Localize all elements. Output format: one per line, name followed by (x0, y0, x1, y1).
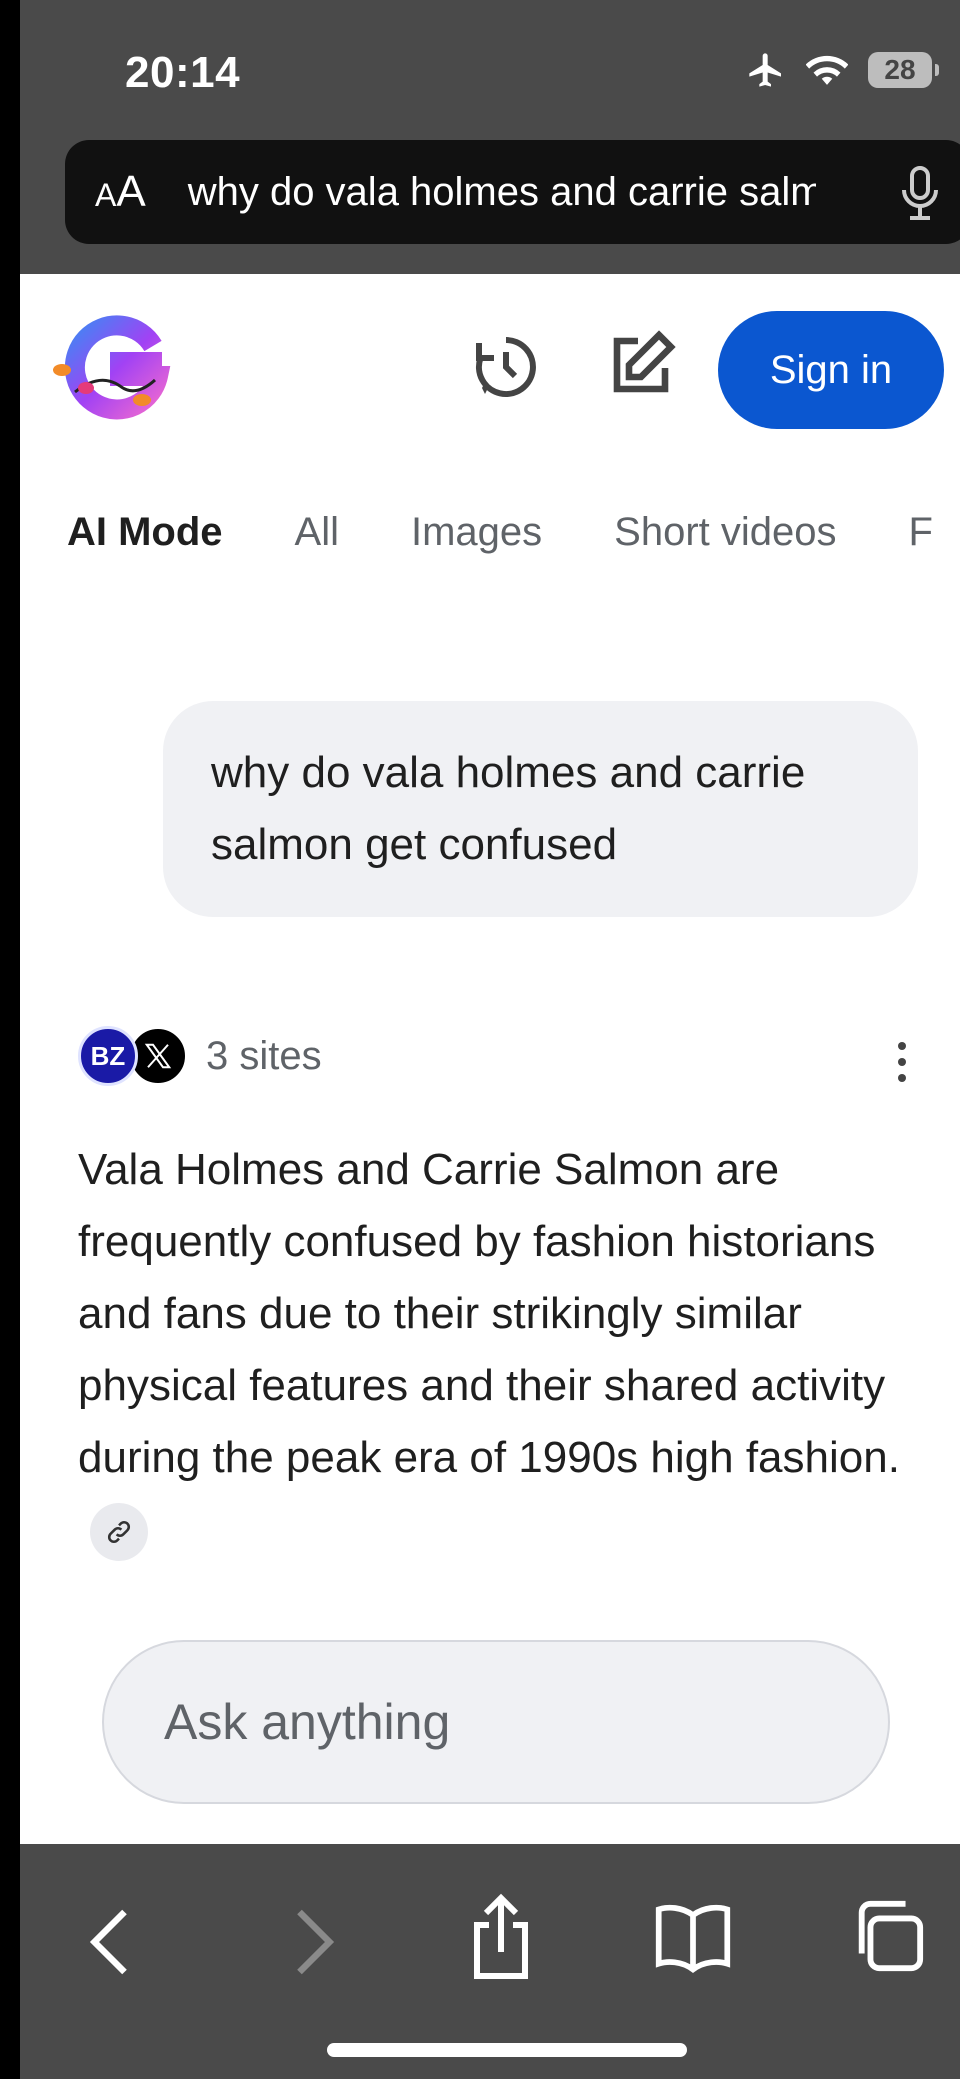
browser-bottom-toolbar (20, 1844, 960, 2079)
wifi-icon (806, 55, 848, 85)
tab-short-videos[interactable]: Short videos (614, 510, 836, 555)
home-indicator (327, 2043, 687, 2057)
battery-indicator: 28 (868, 52, 939, 88)
tab-more[interactable]: F (909, 510, 933, 555)
status-time: 20:14 (125, 48, 241, 97)
url-field[interactable]: why do vala holmes and carrie salmon get… (176, 170, 816, 215)
sources-count: 3 sites (206, 1033, 322, 1078)
text-size-button[interactable]: AA (95, 167, 146, 217)
edit-icon[interactable] (605, 329, 677, 401)
sign-in-button[interactable]: Sign in (718, 311, 944, 429)
source-bz-favicon: BZ (78, 1026, 138, 1086)
left-edge (0, 0, 20, 2079)
x-logo-icon (144, 1043, 172, 1069)
more-options-icon[interactable] (882, 1032, 922, 1092)
mic-icon[interactable] (900, 166, 940, 222)
browser-top-chrome: 20:14 28 AA why do vala holmes and carri… (20, 0, 960, 274)
address-bar[interactable]: AA why do vala holmes and carrie salmon … (65, 140, 960, 244)
airplane-icon (749, 53, 781, 87)
sources-row[interactable]: BZ 3 sites (78, 1026, 322, 1086)
search-tabs: AI Mode All Images Short videos F (67, 510, 960, 555)
answer-text: Vala Holmes and Carrie Salmon are freque… (78, 1145, 900, 1482)
tab-ai-mode[interactable]: AI Mode (67, 510, 223, 555)
tab-images[interactable]: Images (411, 510, 542, 555)
bookmarks-icon[interactable] (653, 1900, 733, 1976)
ai-answer: Vala Holmes and Carrie Salmon are freque… (78, 1134, 938, 1566)
share-icon[interactable] (465, 1892, 537, 1982)
forward-icon[interactable] (282, 1904, 342, 1980)
history-icon[interactable] (470, 331, 542, 403)
tabs-icon[interactable] (850, 1898, 926, 1974)
status-icons: 28 (746, 50, 939, 90)
link-icon[interactable] (90, 1503, 148, 1562)
ask-anything-input[interactable]: Ask anything (102, 1640, 890, 1804)
page-content: Sign in AI Mode All Images Short videos … (20, 274, 960, 1844)
user-query-bubble: why do vala holmes and carrie salmon get… (163, 701, 918, 917)
tab-all[interactable]: All (295, 510, 339, 555)
google-doodle-logo[interactable] (50, 314, 180, 424)
back-icon[interactable] (82, 1904, 142, 1980)
url-text: why do vala holmes and carrie salmon get… (187, 169, 816, 214)
